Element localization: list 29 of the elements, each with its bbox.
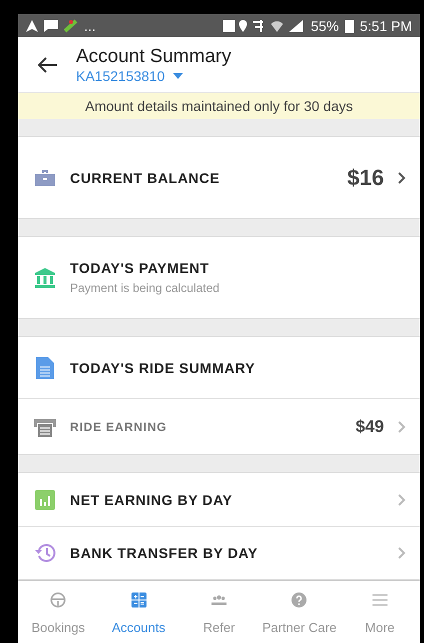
help-icon: [289, 590, 310, 610]
navigation-icon: [26, 20, 38, 32]
row-title: BANK TRANSFER BY DAY: [70, 545, 259, 562]
row-title: NET EARNING BY DAY: [70, 492, 234, 508]
steering-wheel-icon: [48, 590, 68, 610]
clock: 5:51 PM: [360, 18, 412, 34]
briefcase-icon: [34, 168, 56, 187]
printer-icon: [34, 416, 56, 437]
row-subtitle: Payment is being calculated: [70, 281, 220, 296]
document-icon: [36, 356, 54, 379]
more-notifications: ...: [84, 18, 96, 34]
history-icon: [34, 542, 56, 564]
app-notification-icon: [64, 18, 78, 33]
row-title: RIDE EARNING: [70, 420, 168, 434]
calculator-icon: [128, 590, 149, 610]
battery-percent: 55%: [310, 18, 339, 34]
bank-icon: [34, 266, 56, 289]
bar-chart-icon: [35, 490, 55, 510]
dropdown-icon: [172, 72, 183, 79]
row-title: CURRENT BALANCE: [70, 170, 221, 186]
row-title: TODAY'S PAYMENT: [70, 260, 210, 276]
back-icon[interactable]: [38, 56, 58, 73]
row-title: TODAY'S RIDE SUMMARY: [70, 360, 256, 376]
notice-banner: Amount details maintained only for 30 days: [18, 92, 420, 120]
amount: $49: [356, 416, 384, 437]
screen-title: Account Summary: [76, 46, 232, 68]
battery-icon: [344, 18, 354, 33]
amount: $16: [347, 164, 384, 191]
message-icon: [44, 20, 58, 32]
